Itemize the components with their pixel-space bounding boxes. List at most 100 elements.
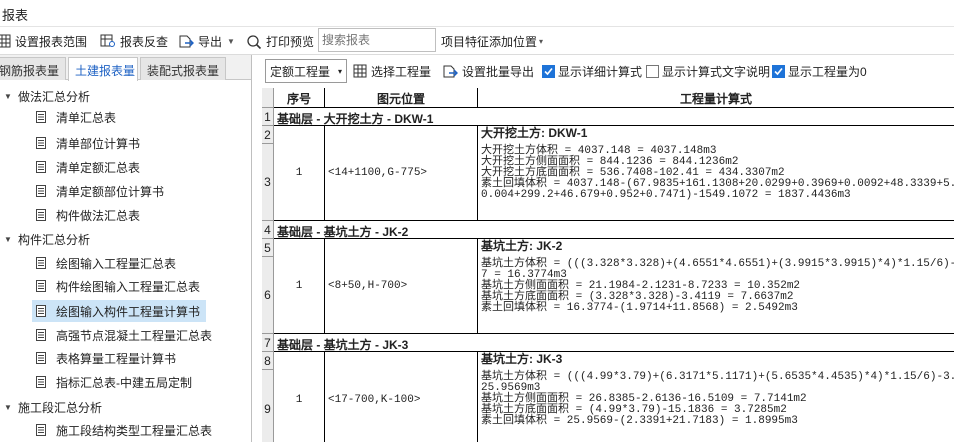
formula-component-title: 基坑土方: JK-2 [481, 239, 563, 253]
position-cell[interactable]: <14+1100,G-775> [325, 126, 478, 221]
batch-export-label: 设置批量导出 [462, 64, 535, 79]
tree-item[interactable]: 清单部位计算书 [32, 132, 146, 154]
tree-item[interactable]: 构件绘图输入工程量汇总表 [32, 275, 206, 297]
report-view-panel: 定额工程量 ▾ 选择工程量 设置批量导出 显示详细计算式 显示计算式文字说明 显… [262, 55, 954, 442]
report-doc-icon [36, 280, 46, 292]
report-doc-icon [36, 329, 46, 341]
feature-position-dropdown[interactable]: 项目特征添加位置 ▾ [441, 31, 543, 51]
report-doc-icon [36, 352, 46, 364]
tree-item[interactable]: 施工段结构类型工程量汇总表 [32, 419, 218, 441]
position-cell[interactable]: <8+50,H-700> [325, 239, 478, 334]
formula-line: 素土回填体积 = 16.3774-(1.9714+11.8568) = 2.54… [481, 302, 798, 314]
set-report-range-button[interactable]: 设置报表范围 [0, 31, 87, 51]
tree-item[interactable]: 清单定额汇总表 [32, 156, 146, 178]
formula-cell[interactable]: 基坑土方: JK-2 基坑土方体积 = (((3.328*3.328)+(4.6… [478, 239, 954, 334]
checkbox-checked-icon[interactable] [772, 65, 785, 78]
print-preview-icon [247, 34, 262, 49]
batch-export-icon [443, 65, 458, 77]
checkbox-unchecked-icon[interactable] [646, 65, 659, 78]
show-detail-label: 显示详细计算式 [558, 65, 643, 79]
formula-cell[interactable]: 基坑土方: JK-3 基坑土方体积 = (((4.99*3.79)+(6.317… [478, 352, 954, 442]
tree-group-label: 施工段汇总分析 [18, 400, 103, 415]
main-toolbar: 设置报表范围 报表反查 导出 ▼ 打印预览 项目特征添加位置 ▾ [0, 27, 954, 55]
tree-item[interactable]: 高强节点混凝土工程量汇总表 [32, 324, 218, 346]
tree-item-label: 绘图输入构件工程量计算书 [56, 304, 201, 319]
row-number[interactable]: 6 [262, 257, 274, 334]
tab-civil-report[interactable]: 土建报表量 [68, 57, 138, 81]
group-title-row[interactable]: 基础层 - 基坑土方 - JK-2 [274, 221, 954, 239]
tree-item[interactable]: 构件做法汇总表 [32, 204, 146, 226]
checkbox-checked-icon[interactable] [542, 65, 555, 78]
collapse-triangle-icon[interactable]: ▼ [4, 92, 18, 101]
tree-item[interactable]: 清单汇总表 [32, 106, 122, 128]
tree-item-label: 高强节点混凝土工程量汇总表 [56, 328, 213, 343]
tree-group-label: 做法汇总分析 [18, 89, 91, 104]
seq-cell[interactable]: 1 [274, 239, 325, 334]
report-doc-icon [36, 209, 46, 221]
report-doc-icon [36, 161, 46, 173]
seq-cell[interactable]: 1 [274, 352, 325, 442]
row-number[interactable]: 8 [262, 352, 274, 370]
row-number[interactable]: 4 [262, 221, 274, 239]
select-quantity-button[interactable]: 选择工程量 [353, 61, 431, 81]
window-title: 报表 [2, 8, 29, 23]
tree-item-label: 清单部位计算书 [56, 136, 141, 151]
print-preview-button[interactable]: 打印预览 [246, 31, 314, 51]
tree-item-label: 清单定额汇总表 [56, 160, 141, 175]
tab-prefab-report[interactable]: 装配式报表量 [140, 57, 226, 80]
tree-item-selected[interactable]: 绘图输入构件工程量计算书 [32, 300, 207, 322]
export-button[interactable]: 导出 ▼ [178, 31, 235, 51]
tree-item-label: 构件绘图输入工程量汇总表 [56, 279, 201, 294]
seq-cell[interactable]: 1 [274, 126, 325, 221]
position-cell[interactable]: <17-700,K-100> [325, 352, 478, 442]
tree-item[interactable]: 指标汇总表-中建五局定制 [32, 371, 198, 393]
row-number[interactable]: 3 [262, 144, 274, 221]
formula-line: 基坑土方体积 = (((4.99*3.79)+(6.3171*5.1171)+(… [481, 371, 954, 383]
report-view-toolbar: 定额工程量 ▾ 选择工程量 设置批量导出 显示详细计算式 显示计算式文字说明 显… [262, 55, 954, 87]
group-title-row[interactable]: 基础层 - 大开挖土方 - DKW-1 [274, 108, 954, 126]
report-check-label: 报表反查 [120, 34, 169, 49]
report-grid: 序号 图元位置 工程量计算式 1 2 3 4 5 6 7 8 9 基础层 - 大… [262, 88, 954, 442]
row-number[interactable]: 5 [262, 239, 274, 257]
tree-item-label: 清单定额部位计算书 [56, 184, 165, 199]
report-doc-icon [36, 185, 46, 197]
tree-item[interactable]: 绘图输入工程量汇总表 [32, 252, 182, 274]
column-header-formula[interactable]: 工程量计算式 [478, 88, 954, 108]
collapse-triangle-icon[interactable]: ▼ [4, 235, 18, 244]
tree-item[interactable]: 清单定额部位计算书 [32, 180, 170, 202]
collapse-triangle-icon[interactable]: ▼ [4, 403, 18, 412]
row-number[interactable]: 9 [262, 370, 274, 442]
tree-item[interactable]: 表格算量工程量计算书 [32, 347, 182, 369]
tree-item-label: 指标汇总表-中建五局定制 [56, 375, 192, 390]
column-header-seq[interactable]: 序号 [274, 88, 325, 108]
show-zero-checkbox[interactable]: 显示工程量为0 [772, 63, 867, 80]
show-detail-checkbox[interactable]: 显示详细计算式 [542, 63, 642, 80]
group-title-row[interactable]: 基础层 - 基坑土方 - JK-3 [274, 334, 954, 352]
tree-group-component-summary[interactable]: ▼ 构件汇总分析 [4, 229, 90, 249]
corner-cell [262, 88, 274, 108]
tree-item-label: 表格算量工程量计算书 [56, 351, 177, 366]
report-doc-icon [36, 111, 46, 123]
export-dropdown-icon[interactable]: ▼ [227, 37, 235, 46]
row-number[interactable]: 1 [262, 108, 274, 126]
formula-cell[interactable]: 大开挖土方: DKW-1 大开挖土方体积 = 4037.148 = 4037.1… [478, 126, 954, 221]
batch-export-button[interactable]: 设置批量导出 [442, 61, 534, 81]
tab-rebar-report[interactable]: 钢筋报表量 [0, 57, 66, 80]
report-search-input[interactable] [318, 28, 436, 52]
row-number[interactable]: 2 [262, 126, 274, 144]
show-text-checkbox[interactable]: 显示计算式文字说明 [646, 63, 770, 80]
column-header-position[interactable]: 图元位置 [325, 88, 478, 108]
tree-group-section-summary[interactable]: ▼ 施工段汇总分析 [4, 397, 102, 417]
row-number[interactable]: 7 [262, 334, 274, 352]
window-titlebar: 报表 [0, 0, 954, 27]
report-doc-icon [36, 424, 46, 436]
formula-component-title: 大开挖土方: DKW-1 [481, 126, 588, 140]
quantity-mode-select[interactable]: 定额工程量 ▾ [265, 59, 347, 83]
quantity-mode-value: 定额工程量 [270, 64, 331, 79]
grid-icon [353, 64, 367, 78]
tree-group-method-summary[interactable]: ▼ 做法汇总分析 [4, 86, 90, 106]
report-check-button[interactable]: 报表反查 [100, 31, 168, 51]
tree-group-label: 构件汇总分析 [18, 232, 91, 247]
show-text-label: 显示计算式文字说明 [662, 65, 771, 79]
formula-line: 素土回填体积 = 25.9569-(2.3391+21.7183) = 1.89… [481, 415, 798, 427]
